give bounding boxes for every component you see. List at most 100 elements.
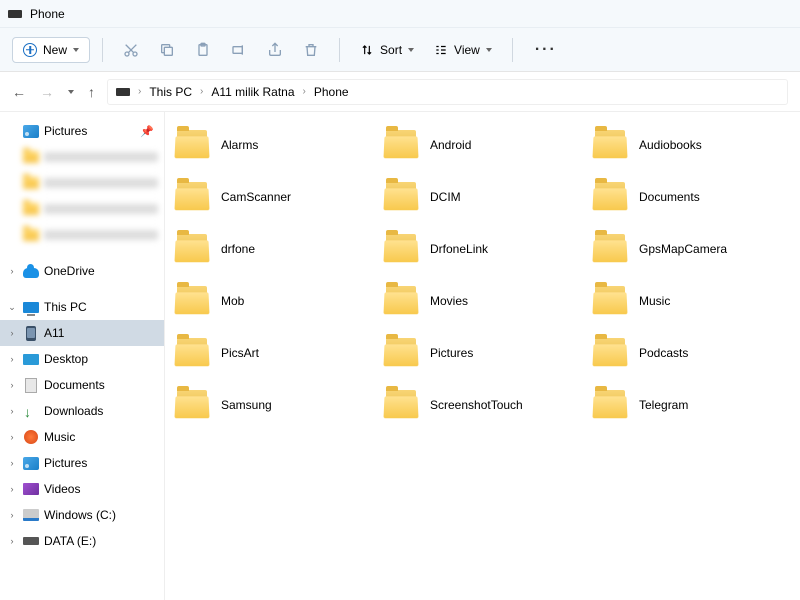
- back-button[interactable]: ←: [12, 84, 26, 100]
- breadcrumb-item[interactable]: This PC: [149, 85, 192, 99]
- sidebar-item-pictures[interactable]: ›Pictures: [0, 450, 164, 476]
- sidebar-item-blurred[interactable]: [0, 222, 164, 248]
- folder-android[interactable]: Android: [382, 128, 583, 162]
- folder-drfonelink[interactable]: DrfoneLink: [382, 232, 583, 266]
- cloud-icon: [23, 268, 39, 278]
- folder-dcim[interactable]: DCIM: [382, 180, 583, 214]
- plus-icon: [23, 43, 37, 57]
- sidebar-item-blurred[interactable]: [0, 196, 164, 222]
- folder-name: Android: [430, 138, 471, 152]
- drive2-icon: [23, 537, 39, 545]
- folder-audiobooks[interactable]: Audiobooks: [591, 128, 792, 162]
- expand-icon[interactable]: ›: [6, 380, 18, 390]
- view-button[interactable]: View: [426, 38, 500, 62]
- sidebar-pictures-quick[interactable]: Pictures 📌: [0, 118, 164, 144]
- music-icon: [24, 430, 38, 444]
- breadcrumb[interactable]: › This PC › A11 milik Ratna › Phone: [107, 79, 788, 105]
- folder-icon: [593, 182, 629, 212]
- sidebar-item-videos[interactable]: ›Videos: [0, 476, 164, 502]
- sidebar-item-documents[interactable]: ›Documents: [0, 372, 164, 398]
- tree-label: OneDrive: [44, 264, 158, 278]
- nav-arrows: ← → ↑: [12, 84, 95, 100]
- window-icon: [8, 10, 22, 18]
- new-button[interactable]: New: [12, 37, 90, 63]
- folder-mob[interactable]: Mob: [173, 284, 374, 318]
- separator: [512, 38, 513, 62]
- breadcrumb-item[interactable]: Phone: [314, 85, 349, 99]
- folder-icon: [175, 286, 211, 316]
- paste-button[interactable]: [187, 34, 219, 66]
- sidebar-item-windowsc[interactable]: › Windows (C:): [0, 502, 164, 528]
- expand-icon[interactable]: ›: [6, 354, 18, 364]
- separator: [339, 38, 340, 62]
- sidebar-this-pc[interactable]: ⌄ This PC: [0, 294, 164, 320]
- sidebar-item-blurred[interactable]: [0, 170, 164, 196]
- folder-drfone[interactable]: drfone: [173, 232, 374, 266]
- expand-icon[interactable]: ›: [6, 266, 18, 276]
- copy-button[interactable]: [151, 34, 183, 66]
- sidebar-onedrive[interactable]: › OneDrive: [0, 258, 164, 284]
- expand-icon[interactable]: ›: [6, 458, 18, 468]
- tree-label: Music: [44, 430, 158, 444]
- history-dropdown[interactable]: [68, 90, 74, 94]
- breadcrumb-item[interactable]: A11 milik Ratna: [211, 85, 294, 99]
- folder-name: DCIM: [430, 190, 461, 204]
- expand-icon[interactable]: ›: [6, 432, 18, 442]
- folder-name: Podcasts: [639, 346, 688, 360]
- folder-pictures[interactable]: Pictures: [382, 336, 583, 370]
- folder-icon: [175, 130, 211, 160]
- expand-icon[interactable]: ›: [6, 536, 18, 546]
- folder-icon: [175, 390, 211, 420]
- chevron-down-icon: [73, 48, 79, 52]
- cut-button[interactable]: [115, 34, 147, 66]
- video-icon: [23, 483, 39, 495]
- content-area[interactable]: Alarms Android Audiobooks CamScanner DCIM Doc…: [165, 112, 800, 600]
- tree-label: This PC: [44, 300, 158, 314]
- pin-icon: 📌: [140, 125, 154, 138]
- expand-icon[interactable]: ›: [6, 328, 18, 338]
- forward-button[interactable]: →: [40, 84, 54, 100]
- delete-button[interactable]: [295, 34, 327, 66]
- share-button[interactable]: [259, 34, 291, 66]
- folder-screenshottouch[interactable]: ScreenshotTouch: [382, 388, 583, 422]
- tree-label: Windows (C:): [44, 508, 158, 522]
- folder-icon: [593, 130, 629, 160]
- folder-icon: [175, 234, 211, 264]
- folder-icon: [175, 338, 211, 368]
- folder-music[interactable]: Music: [591, 284, 792, 318]
- expand-icon[interactable]: ›: [6, 510, 18, 520]
- folder-icon: [384, 182, 420, 212]
- folder-alarms[interactable]: Alarms: [173, 128, 374, 162]
- folder-name: DrfoneLink: [430, 242, 488, 256]
- collapse-icon[interactable]: ⌄: [6, 302, 18, 313]
- folder-icon: [593, 234, 629, 264]
- sort-button[interactable]: Sort: [352, 38, 422, 62]
- chevron-right-icon: ›: [200, 86, 203, 97]
- folder-camscanner[interactable]: CamScanner: [173, 180, 374, 214]
- sidebar-item-datae[interactable]: ›DATA (E:): [0, 528, 164, 554]
- folder-name: Music: [639, 294, 670, 308]
- window-title: Phone: [30, 7, 65, 21]
- sidebar-item-blurred[interactable]: [0, 144, 164, 170]
- expand-icon[interactable]: ›: [6, 406, 18, 416]
- desktop-icon: [23, 354, 39, 365]
- sidebar-item-downloads[interactable]: ›Downloads: [0, 398, 164, 424]
- folder-movies[interactable]: Movies: [382, 284, 583, 318]
- sidebar-item-a11[interactable]: ›A11: [0, 320, 164, 346]
- pc-icon: [23, 302, 39, 313]
- doc-icon: [25, 378, 37, 393]
- sidebar-item-music[interactable]: › Music: [0, 424, 164, 450]
- chevron-down-icon: [486, 48, 492, 52]
- folder-telegram[interactable]: Telegram: [591, 388, 792, 422]
- sidebar-item-desktop[interactable]: ›Desktop: [0, 346, 164, 372]
- expand-icon[interactable]: ›: [6, 484, 18, 494]
- folder-gpsmapcamera[interactable]: GpsMapCamera: [591, 232, 792, 266]
- folder-samsung[interactable]: Samsung: [173, 388, 374, 422]
- up-button[interactable]: ↑: [88, 84, 95, 100]
- folder-documents[interactable]: Documents: [591, 180, 792, 214]
- rename-button[interactable]: [223, 34, 255, 66]
- folder-picsart[interactable]: PicsArt: [173, 336, 374, 370]
- folder-podcasts[interactable]: Podcasts: [591, 336, 792, 370]
- folder-icon: [384, 286, 420, 316]
- more-button[interactable]: ···: [525, 41, 567, 59]
